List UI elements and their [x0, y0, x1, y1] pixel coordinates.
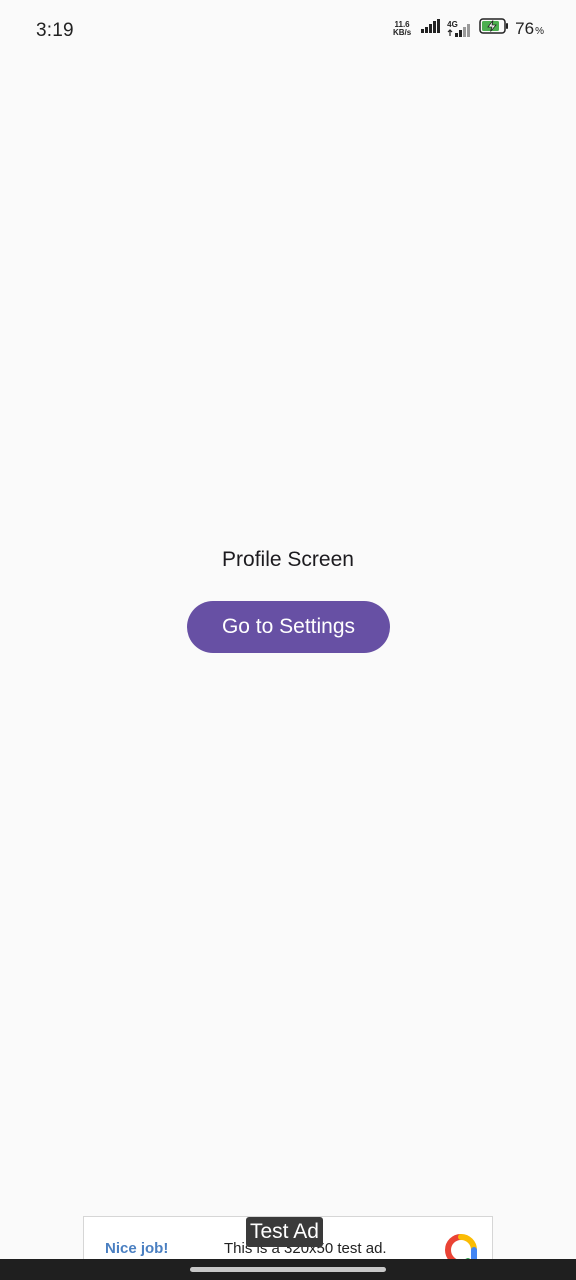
gesture-nav-bar: [0, 1259, 576, 1280]
home-gesture-handle[interactable]: [190, 1267, 386, 1272]
page-title: Profile Screen: [222, 548, 354, 571]
go-to-settings-button[interactable]: Go to Settings: [187, 601, 390, 653]
main-content: Profile Screen Go to Settings: [0, 0, 576, 1280]
profile-screen: 3:19 11.6 KB/s 4G 76 % Profile Screen Go…: [0, 0, 576, 1280]
ad-nice-job-label: Nice job!: [105, 1240, 169, 1257]
test-ad-badge: Test Ad: [246, 1217, 323, 1247]
